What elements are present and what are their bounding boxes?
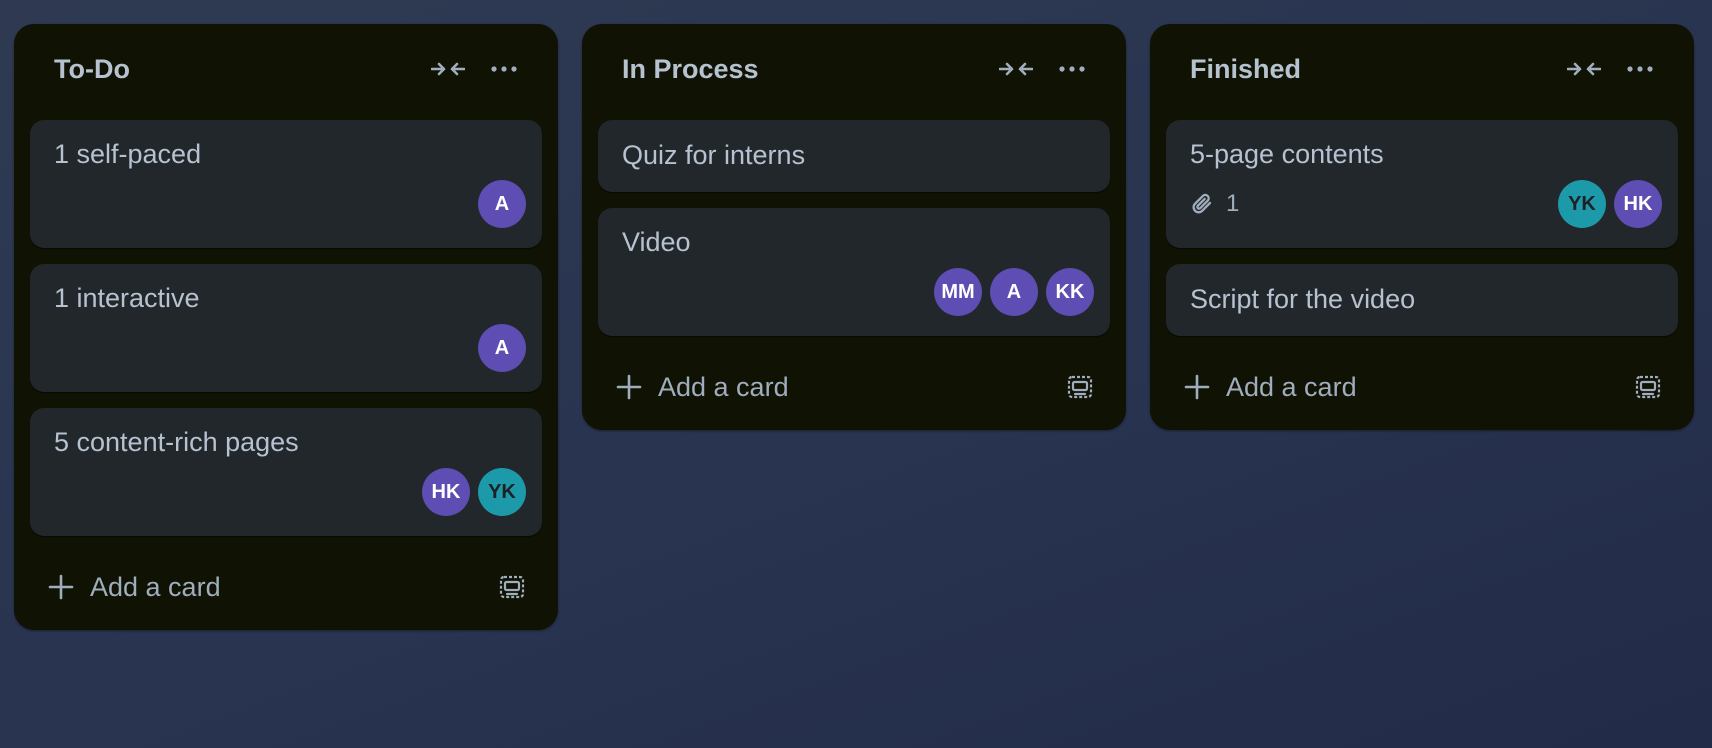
- list-header: To-Do: [30, 24, 542, 120]
- create-from-template-button[interactable]: [490, 565, 534, 609]
- list-finished: Finished 5-page contents 1 YK HK Script …: [1150, 24, 1694, 430]
- board: To-Do 1 self-paced A 1 interactive A 5 c…: [14, 24, 1694, 630]
- card-footer: 1 YK HK: [1190, 180, 1662, 228]
- card[interactable]: 5-page contents 1 YK HK: [1166, 120, 1678, 248]
- card[interactable]: Quiz for interns: [598, 120, 1110, 192]
- paperclip-icon: [1190, 191, 1216, 217]
- card-members: A: [478, 180, 526, 228]
- card-title: 5-page contents: [1190, 139, 1384, 169]
- add-card-label: Add a card: [1226, 371, 1357, 402]
- card-footer: A: [54, 180, 526, 228]
- add-card-label: Add a card: [658, 371, 789, 402]
- add-card-button[interactable]: Add a card: [616, 358, 1058, 416]
- create-from-template-button[interactable]: [1058, 365, 1102, 409]
- collapse-list-button[interactable]: [1556, 45, 1612, 93]
- avatar[interactable]: KK: [1046, 268, 1094, 316]
- avatar[interactable]: A: [478, 324, 526, 372]
- list-header: In Process: [598, 24, 1110, 120]
- card-title: 5 content-rich pages: [54, 427, 299, 457]
- list-footer: Add a card: [30, 558, 542, 616]
- card-members: A: [478, 324, 526, 372]
- collapse-list-button[interactable]: [420, 45, 476, 93]
- list-footer: Add a card: [598, 358, 1110, 416]
- card[interactable]: 1 interactive A: [30, 264, 542, 392]
- card-list: 5-page contents 1 YK HK Script for the v…: [1166, 120, 1678, 336]
- collapse-icon: [1567, 60, 1601, 78]
- card-footer: A: [54, 324, 526, 372]
- card-footer: MM A KK: [622, 268, 1094, 316]
- list-in-process: In Process Quiz for interns Video MM A K…: [582, 24, 1126, 430]
- avatar[interactable]: A: [990, 268, 1038, 316]
- avatar[interactable]: HK: [1614, 180, 1662, 228]
- template-icon: [499, 574, 525, 600]
- list-header: Finished: [1166, 24, 1678, 120]
- card-badges: 1: [1190, 190, 1558, 218]
- card[interactable]: 1 self-paced A: [30, 120, 542, 248]
- list-menu-button[interactable]: [1612, 45, 1668, 93]
- list-title[interactable]: To-Do: [54, 54, 420, 85]
- template-icon: [1635, 374, 1661, 400]
- add-card-button[interactable]: Add a card: [1184, 358, 1626, 416]
- avatar[interactable]: HK: [422, 468, 470, 516]
- card-title: Script for the video: [1190, 284, 1416, 314]
- avatar[interactable]: MM: [934, 268, 982, 316]
- avatar[interactable]: A: [478, 180, 526, 228]
- attachment-count: 1: [1226, 190, 1240, 217]
- template-icon: [1067, 374, 1093, 400]
- card[interactable]: Script for the video: [1166, 264, 1678, 336]
- card-list: 1 self-paced A 1 interactive A 5 content…: [30, 120, 542, 536]
- card-list: Quiz for interns Video MM A KK: [598, 120, 1110, 336]
- card-title: 1 interactive: [54, 283, 200, 313]
- list-menu-button[interactable]: [476, 45, 532, 93]
- collapse-list-button[interactable]: [988, 45, 1044, 93]
- avatar[interactable]: YK: [478, 468, 526, 516]
- plus-icon: [1184, 374, 1210, 400]
- collapse-icon: [999, 60, 1033, 78]
- add-card-button[interactable]: Add a card: [48, 558, 490, 616]
- avatar[interactable]: YK: [1558, 180, 1606, 228]
- card-title: 1 self-paced: [54, 139, 202, 169]
- card-footer: HK YK: [54, 468, 526, 516]
- more-icon: [1627, 66, 1653, 72]
- card-members: MM A KK: [934, 268, 1094, 316]
- more-icon: [491, 66, 517, 72]
- add-card-label: Add a card: [90, 571, 221, 602]
- list-footer: Add a card: [1166, 358, 1678, 416]
- card-members: HK YK: [422, 468, 526, 516]
- card-members: YK HK: [1558, 180, 1662, 228]
- plus-icon: [48, 574, 74, 600]
- list-to-do: To-Do 1 self-paced A 1 interactive A 5 c…: [14, 24, 558, 630]
- card[interactable]: 5 content-rich pages HK YK: [30, 408, 542, 536]
- list-title[interactable]: In Process: [622, 54, 988, 85]
- plus-icon: [616, 374, 642, 400]
- card-title: Video: [622, 227, 691, 257]
- card[interactable]: Video MM A KK: [598, 208, 1110, 336]
- create-from-template-button[interactable]: [1626, 365, 1670, 409]
- list-menu-button[interactable]: [1044, 45, 1100, 93]
- card-title: Quiz for interns: [622, 140, 806, 170]
- collapse-icon: [431, 60, 465, 78]
- more-icon: [1059, 66, 1085, 72]
- list-title[interactable]: Finished: [1190, 54, 1556, 85]
